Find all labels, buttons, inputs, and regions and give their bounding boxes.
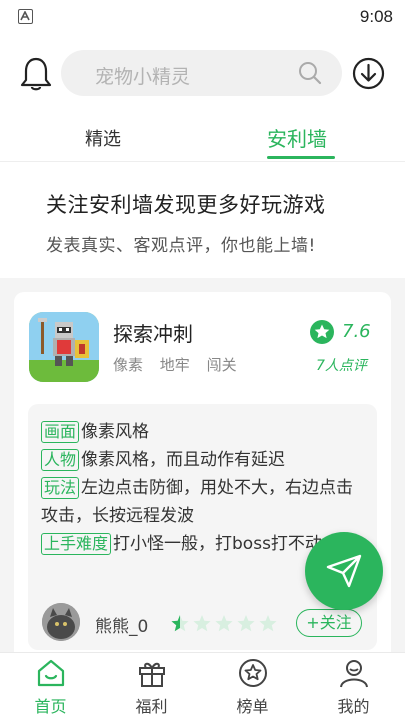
search-icon[interactable] [298,61,322,85]
nav-label: 福利 [135,697,168,716]
review-tag-character: 人物 [41,449,80,471]
post-review-button[interactable] [305,532,383,610]
reviewer-name[interactable]: 熊熊_0 [95,612,148,637]
review-gameplay-text: 左边点击防御，用处不大，右边点击攻击，长按远程发波 [41,478,354,526]
status-bar: 9:08 [0,0,405,34]
tab-recommend-wall[interactable]: 安利墙 [267,123,327,152]
send-icon [326,554,362,588]
tab-bar: 精选 安利墙 [0,110,405,162]
review-difficulty-text: 打小怪一般，打boss打不动... [113,534,339,554]
intro-title: 关注安利墙发现更多好玩游戏 [46,193,326,217]
nav-label: 榜单 [236,697,269,716]
rating-star-icon [237,615,255,632]
header: 宠物小精灵 [0,46,405,102]
bell-icon[interactable] [20,56,52,92]
search-input[interactable]: 宠物小精灵 [95,62,190,89]
search-box[interactable]: 宠物小精灵 [61,50,342,96]
download-icon[interactable] [352,57,385,90]
reviewer-rating-stars [171,615,277,632]
nav-ranking[interactable]: 榜单 [202,653,303,720]
gift-icon [139,662,165,687]
ranking-icon [239,659,267,687]
review-tag-difficulty: 上手难度 [41,533,112,555]
review-character-text: 像素风格，而且动作有延迟 [81,450,286,470]
active-tab-indicator [267,156,335,159]
follow-button[interactable]: +关注 [296,609,362,637]
intro-banner: 关注安利墙发现更多好玩游戏 发表真实、客观点评，你也能上墙! [0,163,405,278]
rating-count: 7人点评 [316,358,367,374]
rating-star-icon [215,615,233,632]
review-tag-gameplay: 玩法 [41,477,80,499]
game-name[interactable]: 探索冲刺 [113,318,193,347]
game-tags: 像素 地牢 闯关 [113,354,249,375]
avatar[interactable] [42,603,80,641]
nav-welfare[interactable]: 福利 [101,653,202,720]
tab-featured[interactable]: 精选 [85,125,121,151]
intro-subtitle: 发表真实、客观点评，你也能上墙! [46,236,316,256]
review-tag-visuals: 画面 [41,421,80,443]
bottom-nav: 首页 福利 榜单 我的 [0,652,405,720]
rating-star-icon [259,615,277,632]
rating-score: 7.6 [342,321,371,342]
rating-star-icon [171,615,189,632]
game-icon[interactable] [29,312,99,382]
review-visuals-text: 像素风格 [81,422,150,442]
nav-label: 我的 [337,697,370,716]
nav-label: 首页 [34,697,67,716]
rating-star-icon [310,320,334,344]
status-time: 9:08 [359,7,393,26]
game-tag: 地牢 [159,356,190,374]
review-text: 画面 像素风格 人物 像素风格，而且动作有延迟 玩法 左边点击防御，用处不大，右边点击… [41,418,361,558]
home-icon [37,659,65,687]
game-tag: 闯关 [206,356,237,374]
profile-icon [340,660,368,688]
rating-star-icon [193,615,211,632]
a-letter-icon [18,9,33,24]
nav-profile[interactable]: 我的 [303,653,404,720]
game-tag: 像素 [113,356,144,374]
nav-home[interactable]: 首页 [0,653,101,720]
